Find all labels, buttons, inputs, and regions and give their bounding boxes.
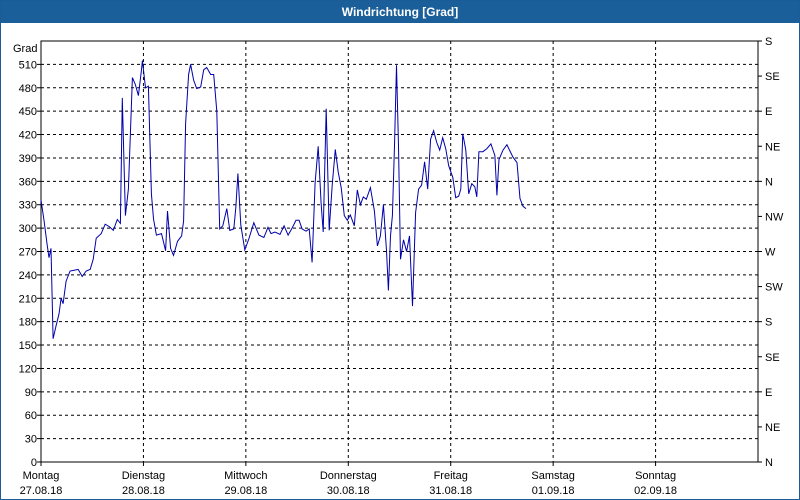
left-tick-label: 210 (19, 293, 37, 305)
left-tick-label: 480 (19, 83, 37, 95)
x-tick-day: Donnerstag (320, 470, 377, 482)
right-tick-label: SW (765, 282, 783, 294)
x-tick-date: 30.08.18 (327, 485, 370, 497)
chart-window: Windrichtung [Grad] 0 30 60 90 120 150 180 210 2… (0, 0, 800, 500)
right-tick-label: SE (765, 71, 780, 83)
left-tick-label: 300 (19, 223, 37, 235)
y-axis-label: Grad (13, 43, 37, 55)
right-tick-label: W (765, 247, 776, 259)
right-tick-label: N (765, 176, 773, 188)
x-axis-ticks: Montag 27.08.18 Dienstag 28.08.18 Mittwoch 29… (20, 462, 677, 497)
x-tick-day: Samstag (531, 470, 574, 482)
x-tick-day: Dienstag (122, 470, 165, 482)
left-tick-label: 330 (19, 200, 37, 212)
left-tick-label: 270 (19, 247, 37, 259)
right-tick-label: NW (765, 211, 784, 223)
left-axis-ticks: 0 30 60 90 120 150 180 210 240 270 300 330 360 390 420… (19, 59, 41, 469)
x-tick-date: 01.09.18 (532, 485, 575, 497)
left-tick-label: 60 (25, 410, 37, 422)
x-tick-day: Mittwoch (224, 470, 267, 482)
left-tick-label: 510 (19, 59, 37, 71)
window-title: Windrichtung [Grad] (1, 1, 799, 23)
left-tick-label: 240 (19, 270, 37, 282)
left-tick-label: 360 (19, 176, 37, 188)
left-tick-label: 390 (19, 153, 37, 165)
x-tick-day: Freitag (434, 470, 468, 482)
x-tick-date: 28.08.18 (122, 485, 165, 497)
left-tick-label: 120 (19, 363, 37, 375)
left-tick-label: 420 (19, 130, 37, 142)
right-tick-label: NE (765, 141, 780, 153)
right-tick-label: N (765, 457, 773, 469)
left-tick-label: 180 (19, 317, 37, 329)
wind-direction-chart: 0 30 60 90 120 150 180 210 240 270 300 330 360 390 420… (13, 36, 784, 497)
right-tick-label: NE (765, 422, 780, 434)
left-tick-label: 0 (31, 457, 37, 469)
left-tick-label: 150 (19, 340, 37, 352)
x-tick-day: Montag (23, 470, 60, 482)
left-tick-label: 450 (19, 106, 37, 118)
right-tick-label: E (765, 387, 772, 399)
right-tick-label: S (765, 36, 772, 48)
x-tick-day: Sonntag (635, 470, 676, 482)
left-tick-label: 30 (25, 434, 37, 446)
right-tick-label: E (765, 106, 772, 118)
x-tick-date: 31.08.18 (429, 485, 472, 497)
left-tick-label: 90 (25, 387, 37, 399)
x-tick-date: 27.08.18 (20, 485, 63, 497)
right-axis-ticks: N NE E SE S SW W NW N NE E SE S (758, 36, 784, 469)
right-tick-label: S (765, 317, 772, 329)
x-tick-date: 29.08.18 (224, 485, 267, 497)
x-tick-date: 02.09.18 (634, 485, 677, 497)
right-tick-label: SE (765, 352, 780, 364)
